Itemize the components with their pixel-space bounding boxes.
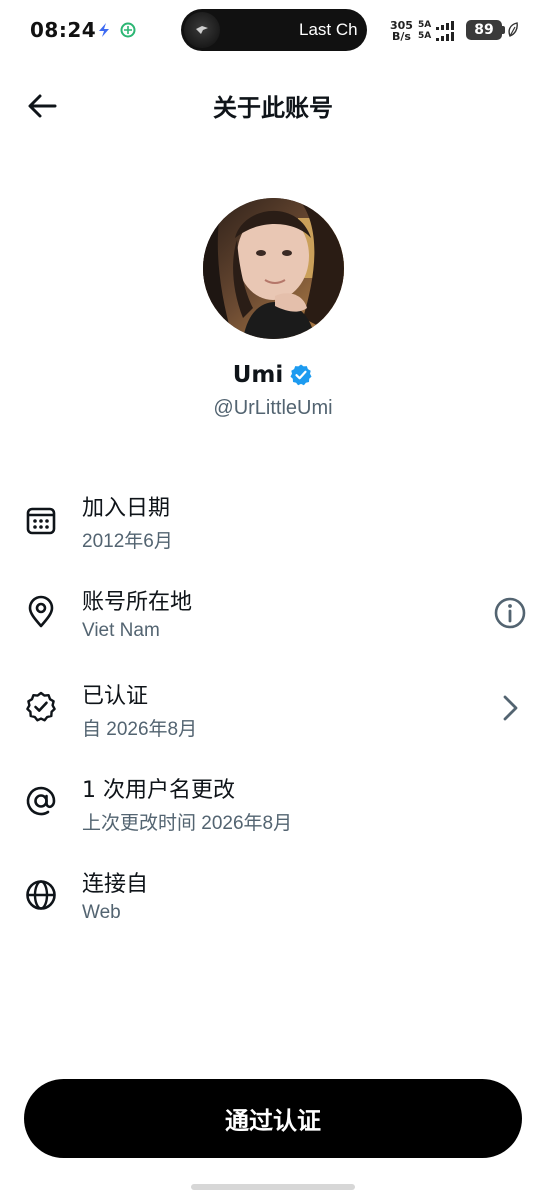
location-pin-icon [28, 595, 54, 628]
info-title: 加入日期 [82, 496, 171, 521]
info-item-verified[interactable]: 已认证 自 2026年8月 [0, 674, 546, 754]
info-item-username-changes: 1 次用户名更改 上次更改时间 2026年8月 [0, 768, 546, 848]
page-title: 关于此账号 [213, 94, 333, 122]
status-bar: 08:24 Last Ch 305 B/s 5A 5A 89 [0, 0, 546, 62]
globe-icon [26, 880, 56, 910]
info-subtitle: Web [82, 902, 121, 923]
info-subtitle: 自 2026年8月 [82, 719, 198, 740]
app-notification-icon [99, 23, 109, 37]
app-notification-icon [120, 22, 136, 38]
info-subtitle: Viet Nam [82, 620, 160, 641]
media-island[interactable]: Last Ch [181, 9, 367, 51]
display-name: Umi [232, 362, 284, 388]
chevron-right-icon[interactable] [492, 690, 528, 726]
signal-indicator: 5A 5A [418, 20, 460, 42]
sim1-label: 5A [418, 20, 432, 30]
info-item-connected-via: 连接自 Web [0, 862, 546, 942]
info-subtitle: 上次更改时间 2026年8月 [82, 813, 293, 834]
verified-badge-icon [26, 691, 56, 722]
bird-icon [196, 26, 208, 34]
network-speed: 305 B/s [390, 20, 413, 42]
avatar[interactable] [203, 198, 344, 339]
info-title: 账号所在地 [82, 590, 193, 615]
info-icon[interactable] [492, 595, 528, 631]
signal-bars-icon [436, 21, 454, 41]
net-speed-unit: B/s [392, 30, 411, 43]
status-time: 08:24 [30, 18, 97, 42]
home-indicator[interactable] [191, 1184, 355, 1190]
info-title: 1 次用户名更改 [82, 778, 235, 803]
info-title: 已认证 [82, 684, 149, 709]
verified-badge-icon[interactable] [289, 363, 313, 387]
avatar-image [203, 198, 344, 339]
display-name-row: Umi [0, 362, 546, 388]
info-title: 连接自 [82, 872, 149, 897]
info-item-account-location: 账号所在地 Viet Nam [0, 580, 546, 660]
sim2-label: 5A [418, 31, 432, 41]
at-sign-icon [26, 786, 56, 816]
battery-indicator: 89 [466, 20, 502, 40]
media-title: Last Ch [299, 20, 358, 39]
user-handle: @UrLittleUmi [213, 397, 333, 419]
get-verified-button[interactable]: 通过认证 [24, 1079, 522, 1158]
album-art [184, 12, 220, 48]
info-item-join-date: 加入日期 2012年6月 [0, 486, 546, 566]
calendar-icon [26, 507, 56, 535]
info-subtitle: 2012年6月 [82, 531, 173, 552]
leaf-icon [508, 22, 518, 37]
battery-cap [502, 26, 505, 34]
